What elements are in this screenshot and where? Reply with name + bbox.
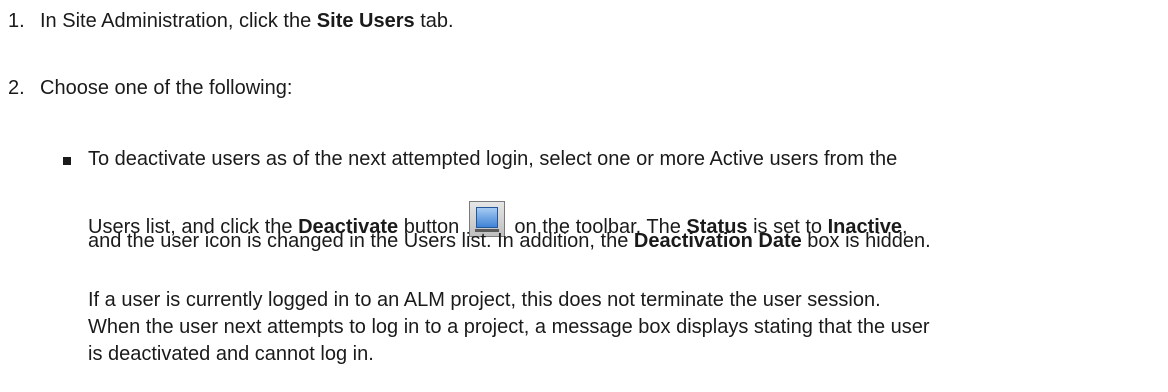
bullet-line-1: To deactivate users as of the next attem… [88,148,898,170]
bullet-line-3: and the user icon is changed in the User… [88,230,931,252]
step-number: 1. [8,10,25,32]
step-text-end: tab. [414,10,454,32]
note-line-1: If a user is currently logged in to an A… [88,289,881,311]
site-users-tab-ref: Site Users [316,10,415,32]
step-1: 1. In Site Administration, click the Site… [8,8,454,35]
deactivation-date-ref: Deactivation Date [633,230,802,252]
note-line-2: When the user next attempts to log in to… [88,316,930,338]
step-text: In Site Administration, click the [40,10,317,32]
step-text: Choose one of the following: [40,77,293,99]
step-2: 2. Choose one of the following: [8,75,292,102]
bullet-marker [63,157,71,165]
note-line-3: is deactivated and cannot log in. [88,343,374,365]
step-number: 2. [8,77,25,99]
document-page: 1. In Site Administration, click the Site… [0,0,1168,392]
